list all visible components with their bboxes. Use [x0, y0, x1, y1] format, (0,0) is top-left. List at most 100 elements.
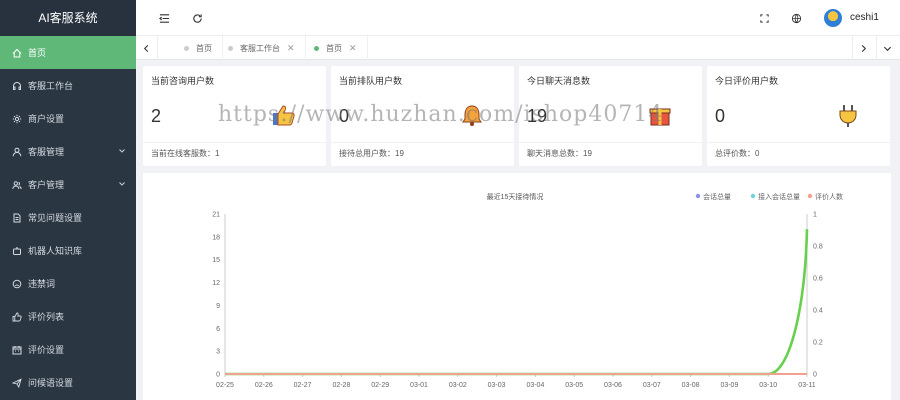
- y-right-tick-label: 1: [813, 212, 817, 219]
- x-tick-label: 02-28: [332, 382, 350, 389]
- y-left-tick-label: 9: [216, 303, 220, 310]
- x-tick-label: 03-06: [604, 382, 622, 389]
- card-divider: [331, 142, 514, 143]
- card-title: 今日评价用户数: [715, 76, 779, 86]
- tab-label: 首页: [326, 43, 342, 53]
- series-line-0: [225, 229, 809, 376]
- y-left-tick-label: 21: [212, 212, 220, 219]
- sidebar-nav: 首页客服工作台商户设置 客服管理客户管理常见问题设置机器人知识库 违禁词评价列表评价…: [0, 36, 136, 399]
- tab-scroll-left-icon[interactable]: [136, 36, 158, 60]
- globe-icon[interactable]: [790, 12, 802, 24]
- y-left-tick-label: 6: [216, 326, 220, 333]
- card-footer: 接待总用户数：19: [339, 149, 404, 158]
- sidebar-item-1[interactable]: 客服工作台: [0, 69, 136, 102]
- sidebar-item-8[interactable]: 评价列表: [0, 300, 136, 333]
- sidebar-item-6[interactable]: 机器人知识库: [0, 234, 136, 267]
- x-tick-label: 02-29: [371, 382, 389, 389]
- legend-marker-0: [695, 193, 701, 199]
- card-footer: 当前在线客服数：1: [151, 149, 220, 158]
- tab-1[interactable]: 客服工作台 ✕: [218, 36, 306, 60]
- tab-dropdown-icon[interactable]: [876, 36, 898, 60]
- card-title: 今日聊天消息数: [527, 76, 591, 86]
- sidebar-item-label: 机器人知识库: [28, 246, 83, 256]
- legend-marker-2: [807, 193, 813, 199]
- x-tick-label: 03-04: [526, 382, 544, 389]
- ban-icon: [12, 279, 22, 289]
- x-tick-label: 03-01: [410, 382, 428, 389]
- x-tick-label: 03-10: [759, 382, 777, 389]
- sidebar-item-label: 评价设置: [28, 345, 65, 355]
- tab-scroll-right-icon[interactable]: [852, 36, 874, 60]
- card-title: 当前排队用户数: [339, 76, 403, 86]
- y-left-tick-label: 0: [216, 372, 220, 379]
- sidebar-item-label: 客服工作台: [28, 81, 74, 91]
- legend-label-1: 接入会话总量: [758, 192, 800, 201]
- tab-label: 客服工作台: [240, 43, 280, 53]
- sidebar-item-label: 评价列表: [28, 312, 65, 322]
- sidebar-item-2[interactable]: 商户设置: [0, 102, 136, 135]
- legend-label-2: 评价人数: [815, 192, 843, 201]
- y-right-tick-label: 0.4: [813, 308, 823, 315]
- tab-status-dot: [314, 45, 319, 51]
- avatar[interactable]: [824, 9, 842, 27]
- send-icon: [12, 377, 22, 388]
- x-tick-label: 03-07: [643, 382, 661, 389]
- reception-line-chart: 最近15天接待情况 0 3 6 9 12 15 18 21 0 0.2 0.4 0.6 0.8 1 02-25…: [212, 192, 843, 389]
- x-tick-label: 03-08: [682, 382, 700, 389]
- x-tick-label: 03-09: [720, 382, 738, 389]
- y-left-tick-label: 15: [212, 257, 220, 264]
- reception-chart-card: 最近15天接待情况 0 3 6 9 12 15 18 21 0 0.2 0.4 0.6 0.8 1 02-25…: [143, 173, 891, 400]
- close-icon[interactable]: ✕: [349, 43, 357, 54]
- tab-bar: 首页 客服工作台 ✕ 首页 ✕: [136, 36, 900, 60]
- sidebar-item-4[interactable]: 客户管理: [0, 168, 136, 201]
- document-icon: [12, 213, 22, 223]
- x-tick-label: 03-11: [798, 382, 815, 389]
- card-value: 2: [151, 106, 162, 126]
- close-icon[interactable]: ✕: [287, 43, 295, 54]
- menu-fold-icon[interactable]: [158, 12, 170, 24]
- sidebar-item-label: 首页: [28, 48, 47, 58]
- tab-label: 首页: [196, 43, 212, 53]
- x-tick-label: 03-05: [565, 382, 583, 389]
- legend-label-0: 会话总量: [703, 192, 731, 201]
- stat-card-reviews: 今日评价用户数 0 总评价数：0: [707, 66, 890, 166]
- brand-title: AI客服系统: [0, 0, 136, 36]
- sidebar-item-label: 违禁词: [28, 279, 56, 289]
- card-value: 0: [715, 106, 726, 126]
- refresh-icon[interactable]: [191, 12, 203, 24]
- sidebar-item-9[interactable]: 评价设置: [0, 333, 136, 366]
- plug-icon: [839, 105, 857, 127]
- card-divider: [519, 142, 702, 143]
- y-left-tick-label: 12: [212, 280, 220, 287]
- headset-icon: [12, 81, 22, 91]
- calendar-icon: [12, 345, 22, 355]
- card-title: 当前咨询用户数: [151, 76, 215, 86]
- fullscreen-icon[interactable]: [758, 12, 770, 24]
- sidebar-item-7[interactable]: 违禁词: [0, 267, 136, 300]
- chevron-down-icon: [119, 182, 125, 186]
- robot-icon: [12, 246, 22, 256]
- card-footer: 总评价数：0: [715, 149, 760, 158]
- tab-status-dot: [228, 45, 233, 51]
- watermark-text: https://www.huzhan.com/ishop40714: [218, 102, 664, 127]
- y-right-tick-label: 0.8: [813, 244, 823, 251]
- sidebar-item-3[interactable]: 客服管理: [0, 135, 136, 168]
- username[interactable]: ceshi1: [850, 12, 879, 23]
- users-icon: [12, 180, 22, 190]
- card-footer: 聊天消息总数：19: [527, 149, 592, 158]
- tab-0[interactable]: 首页: [174, 36, 223, 60]
- card-divider: [707, 142, 890, 143]
- tab-status-dot: [184, 45, 189, 51]
- sidebar-item-0[interactable]: 首页: [0, 36, 136, 69]
- y-left-tick-label: 18: [212, 234, 220, 241]
- x-tick-label: 03-03: [488, 382, 506, 389]
- tab-2[interactable]: 首页 ✕: [304, 36, 368, 60]
- sidebar: AI客服系统 首页客服工作台商户设置 客服管理客户管理常见问题设置机器人知识库 违禁…: [0, 0, 136, 400]
- y-right-tick-label: 0.6: [813, 276, 823, 283]
- card-divider: [143, 142, 326, 143]
- sidebar-item-label: 客户管理: [28, 180, 65, 190]
- x-tick-label: 02-27: [294, 382, 312, 389]
- legend-marker-1: [750, 193, 756, 199]
- sidebar-item-10[interactable]: 问候语设置: [0, 366, 136, 399]
- sidebar-item-5[interactable]: 常见问题设置: [0, 201, 136, 234]
